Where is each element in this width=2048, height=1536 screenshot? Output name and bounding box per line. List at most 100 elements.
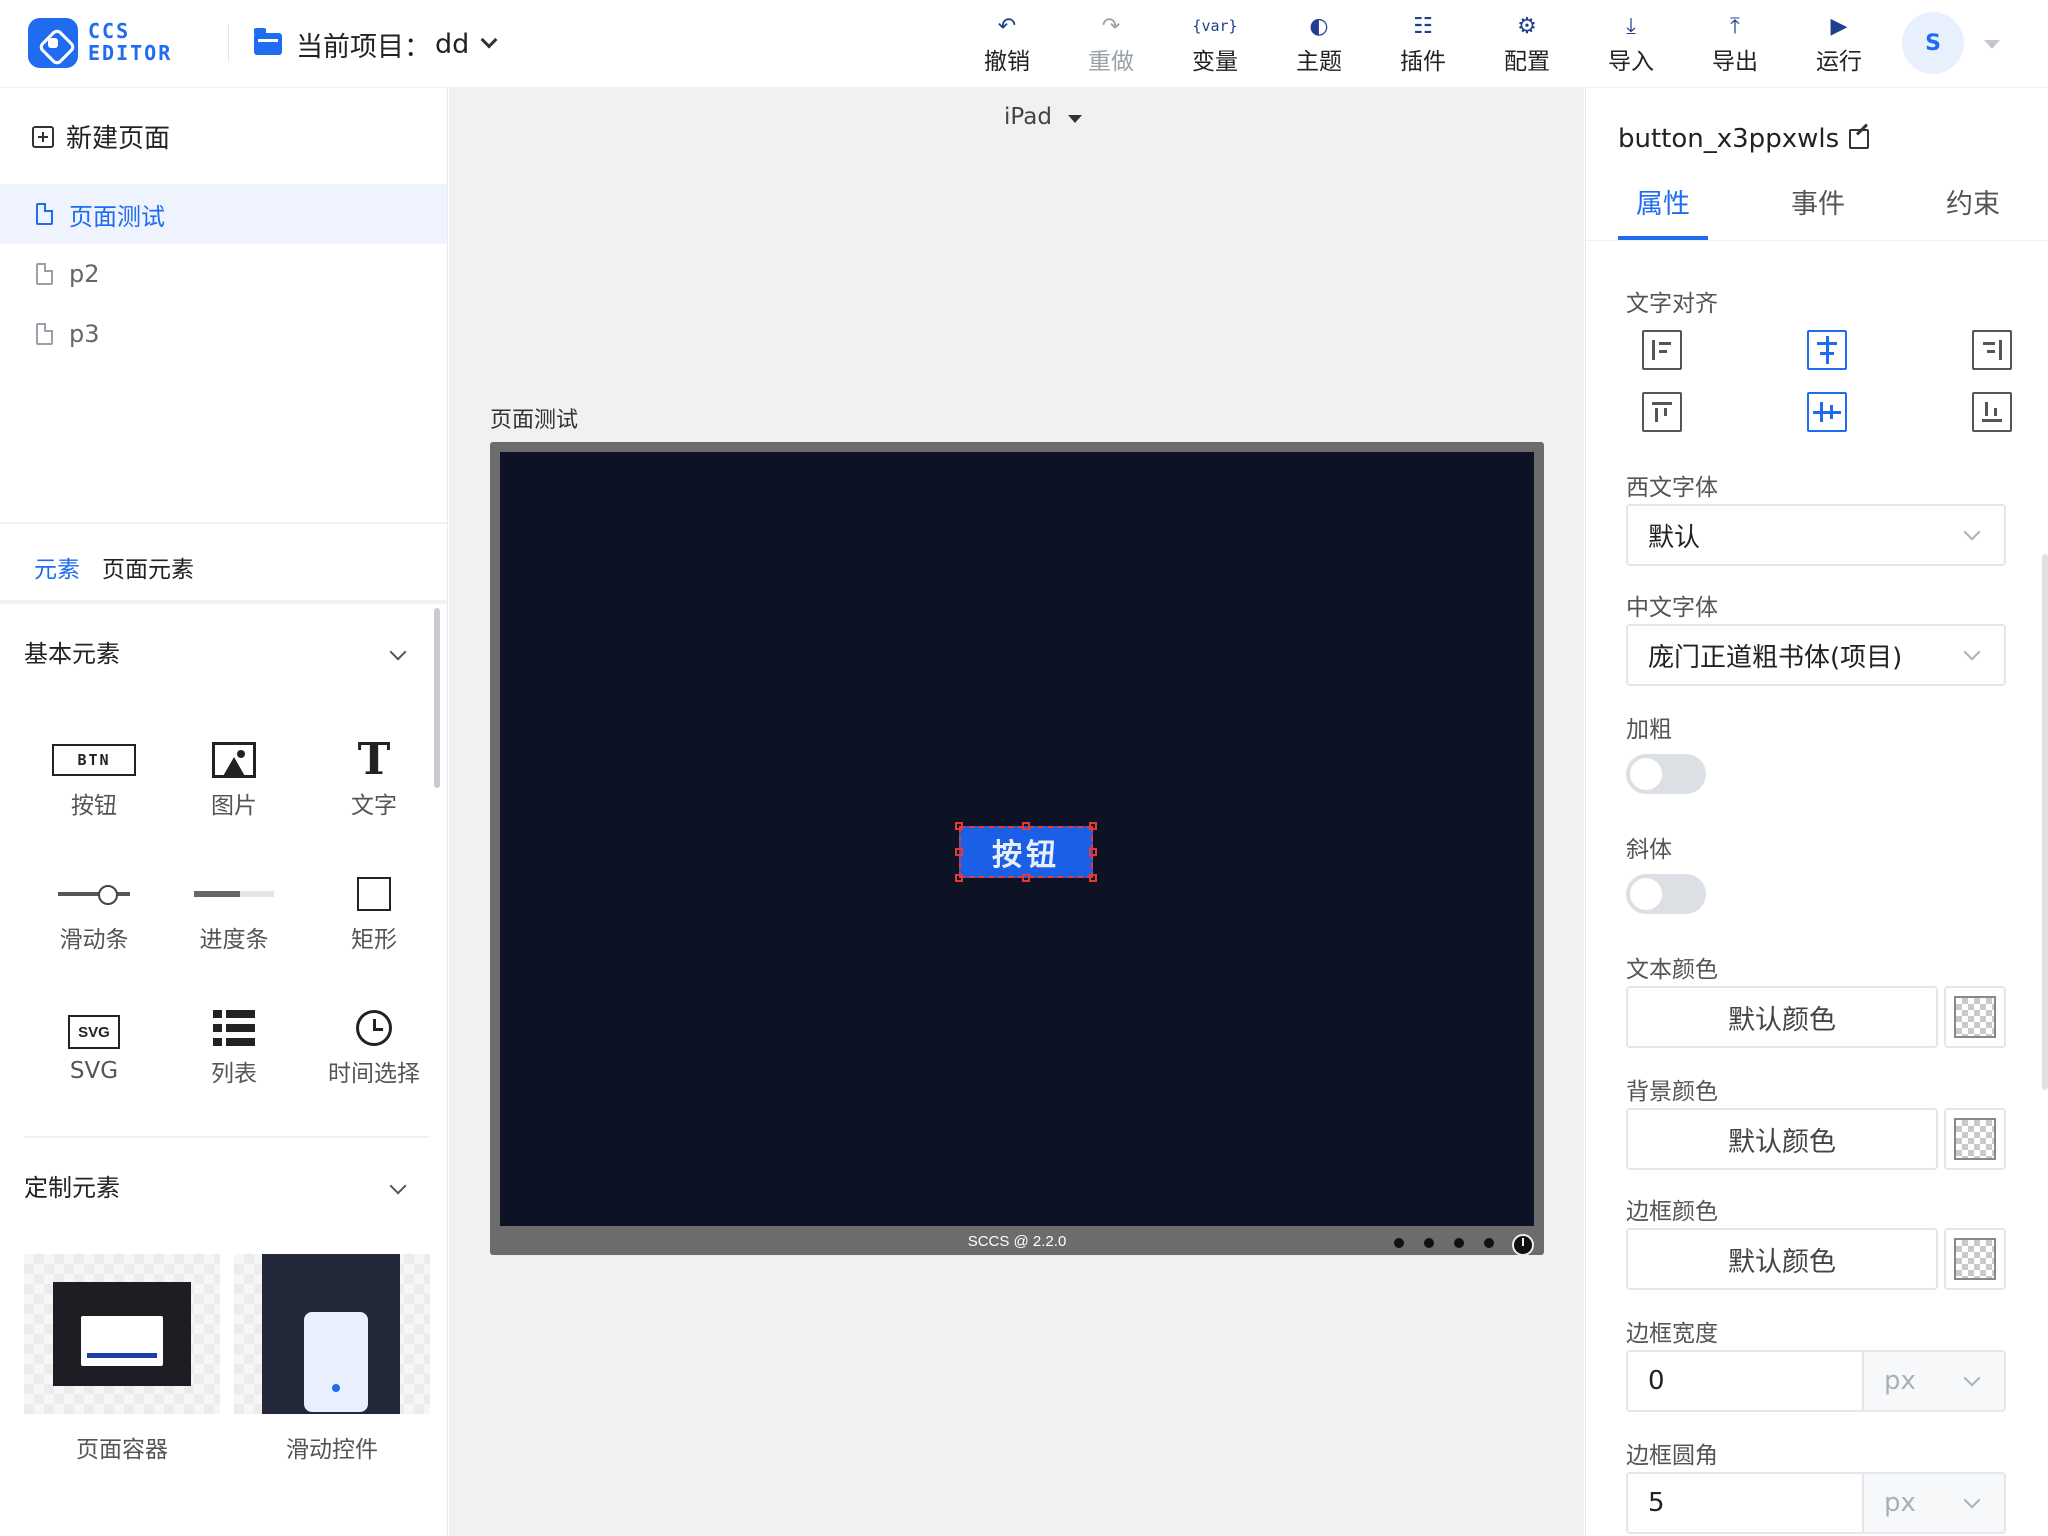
element-button[interactable]: BTN 按钮 — [24, 712, 164, 846]
resize-handle[interactable] — [1022, 874, 1030, 882]
chevron-down-icon — [389, 643, 407, 660]
custom-element-page-container[interactable]: 页面容器 — [24, 1254, 220, 1464]
element-rectangle[interactable]: 矩形 — [304, 846, 444, 980]
bg-color-swatch[interactable] — [1944, 1108, 2006, 1170]
border-color-swatch[interactable] — [1944, 1228, 2006, 1290]
device-screen[interactable]: 按钮 — [500, 452, 1534, 1226]
plugins-button[interactable]: ☷ 插件 — [1371, 8, 1475, 80]
user-menu-caret-icon[interactable] — [1984, 40, 2000, 49]
align-middle-vertical-icon[interactable] — [1806, 392, 1847, 432]
resize-handle[interactable] — [1089, 874, 1097, 882]
border-width-unit-select[interactable]: px — [1864, 1350, 2006, 1412]
element-progress[interactable]: 进度条 — [164, 846, 304, 980]
western-font-select[interactable]: 默认 — [1626, 504, 2006, 566]
border-radius-unit-select[interactable]: px — [1864, 1472, 2006, 1534]
element-image[interactable]: 图片 — [164, 712, 304, 846]
resize-handle[interactable] — [1022, 822, 1030, 830]
download-icon: ⤓ — [1626, 13, 1636, 39]
resize-handle[interactable] — [955, 822, 963, 830]
canvas-area: iPad 页面测试 按钮 SCCS @ 2.2.0 — [449, 88, 1584, 1536]
tab-page-elements[interactable]: 页面元素 — [102, 550, 194, 584]
sliders-icon: ☷ — [1413, 13, 1433, 39]
device-dots — [1374, 1238, 1494, 1248]
resize-handle[interactable] — [1089, 822, 1097, 830]
page-container-thumbnail — [24, 1254, 220, 1414]
element-svg[interactable]: SVG SVG — [24, 980, 164, 1114]
upload-icon: ⤒ — [1730, 13, 1740, 39]
chinese-font-select[interactable]: 庞门正道粗书体(项目) — [1626, 624, 2006, 686]
import-button[interactable]: ⤓ 导入 — [1579, 8, 1683, 80]
device-selector[interactable]: iPad — [1004, 104, 1082, 130]
align-bottom-icon[interactable] — [1972, 392, 2012, 432]
redo-button[interactable]: ↷ 重做 — [1059, 8, 1163, 80]
top-bar: CCS EDITOR 当前项目： dd ↶ 撤销 ↷ 重做 {var} 变量 ◐… — [0, 0, 2048, 88]
element-label: 时间选择 — [328, 1061, 420, 1087]
avatar[interactable]: S — [1902, 12, 1964, 74]
tab-elements[interactable]: 元素 — [34, 550, 80, 584]
logo-line-1: CCS — [88, 19, 131, 43]
variables-button[interactable]: {var} 变量 — [1163, 8, 1267, 80]
image-icon — [212, 742, 256, 778]
config-button[interactable]: ⚙ 配置 — [1475, 8, 1579, 80]
page-item-label: p3 — [69, 320, 100, 348]
element-label: 图片 — [211, 793, 257, 819]
canvas-button-element[interactable]: 按钮 — [959, 826, 1093, 878]
tab-constraints[interactable]: 约束 — [1928, 182, 2018, 221]
align-center-horizontal-icon[interactable] — [1806, 330, 1847, 370]
text-color-row: 默认颜色 — [1626, 986, 2006, 1048]
bold-toggle[interactable] — [1626, 754, 1706, 794]
project-selector[interactable]: 当前项目： dd — [254, 24, 498, 64]
power-icon[interactable] — [1512, 1234, 1534, 1256]
custom-element-slide-control[interactable]: 滑动控件 — [234, 1254, 430, 1464]
custom-elements-header[interactable]: 定制元素 — [24, 1168, 414, 1203]
rectangle-icon — [357, 877, 391, 911]
page-list: 页面测试 p2 p3 — [0, 184, 447, 364]
page-item-label: 页面测试 — [69, 202, 165, 231]
resize-handle[interactable] — [1089, 848, 1097, 856]
element-list[interactable]: 列表 — [164, 980, 304, 1114]
bg-color-button[interactable]: 默认颜色 — [1626, 1108, 1938, 1170]
italic-toggle[interactable] — [1626, 874, 1706, 914]
resize-handle[interactable] — [955, 874, 963, 882]
border-width-input[interactable]: 0 — [1626, 1350, 1864, 1412]
basic-elements-header[interactable]: 基本元素 — [24, 634, 414, 669]
page-title: 页面测试 — [490, 408, 579, 433]
new-page-label: 新建页面 — [66, 124, 171, 154]
export-label: 导出 — [1712, 49, 1758, 75]
align-right-icon[interactable] — [1972, 330, 2012, 370]
chevron-down-icon — [1963, 643, 1981, 661]
text-color-button[interactable]: 默认颜色 — [1626, 986, 1938, 1048]
divider — [0, 600, 447, 604]
new-page-button[interactable]: 新建页面 — [32, 118, 170, 155]
undo-button[interactable]: ↶ 撤销 — [955, 8, 1059, 80]
svg-icon: SVG — [68, 1015, 120, 1049]
tab-events[interactable]: 事件 — [1773, 182, 1863, 221]
run-button[interactable]: ▶ 运行 — [1787, 8, 1891, 80]
border-color-button[interactable]: 默认颜色 — [1626, 1228, 1938, 1290]
properties-panel: button_x3ppxwls 属性 事件 约束 文字对齐 西文字体 默认 中文… — [1585, 88, 2048, 1536]
element-text[interactable]: T 文字 — [304, 712, 444, 846]
theme-button[interactable]: ◐ 主题 — [1267, 8, 1371, 80]
align-left-icon[interactable] — [1642, 330, 1682, 370]
text-color-swatch[interactable] — [1944, 986, 2006, 1048]
page-item-p2[interactable]: p2 — [0, 244, 447, 304]
scrollbar[interactable] — [2042, 554, 2048, 1090]
element-label: 按钮 — [71, 793, 117, 819]
resize-handle[interactable] — [955, 848, 963, 856]
export-button[interactable]: ⤒ 导出 — [1683, 8, 1787, 80]
page-item-p3[interactable]: p3 — [0, 304, 447, 364]
tab-properties[interactable]: 属性 — [1618, 182, 1708, 221]
bg-color-row: 默认颜色 — [1626, 1108, 2006, 1170]
element-label: 进度条 — [199, 927, 269, 953]
transparent-swatch-icon — [1954, 996, 1996, 1038]
element-slider[interactable]: 滑动条 — [24, 846, 164, 980]
border-radius-input[interactable]: 5 — [1626, 1472, 1864, 1534]
custom-elements-grid: 页面容器 滑动控件 — [24, 1254, 444, 1464]
chevron-down-icon — [1963, 523, 1981, 541]
align-top-icon[interactable] — [1642, 392, 1682, 432]
element-time-picker[interactable]: 时间选择 — [304, 980, 444, 1114]
edit-icon[interactable] — [1849, 129, 1870, 149]
redo-label: 重做 — [1088, 49, 1134, 75]
page-item-test[interactable]: 页面测试 — [0, 184, 447, 244]
plus-square-icon — [32, 125, 54, 148]
